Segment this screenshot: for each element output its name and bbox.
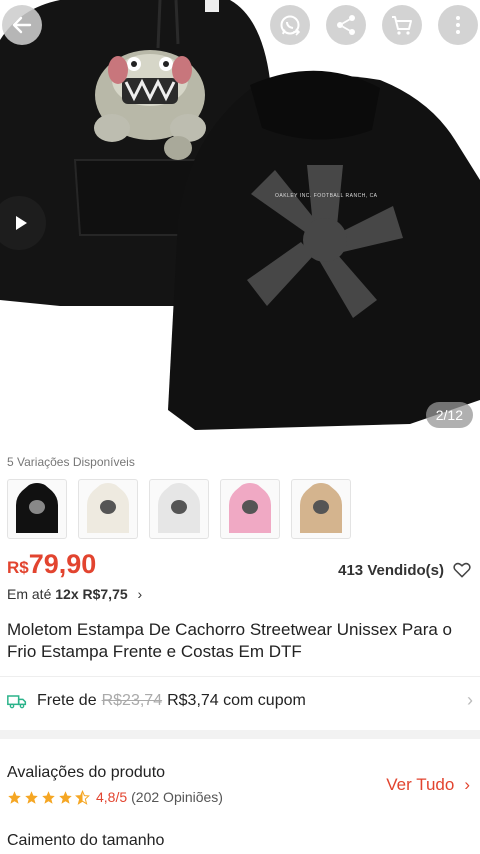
variation-thumb-beige[interactable] [291,479,351,539]
star-icon [8,790,21,804]
back-button[interactable] [2,5,42,45]
hoodie-thumb-icon [229,483,271,533]
rating-stars [7,789,90,805]
favorite-button[interactable] [452,560,472,585]
share-icon [337,15,355,35]
more-button[interactable] [438,5,478,45]
variations-label: 5 Variações Disponíveis [7,455,135,469]
share-button[interactable] [326,5,366,45]
star-icon [59,790,72,804]
variation-thumbnails [7,479,351,539]
shipping-coupon-price: R$3,74 com cupom [167,691,306,709]
hoodie-thumb-icon [158,483,200,533]
whatsapp-icon [280,15,301,36]
hoodie-thumb-icon [87,483,129,533]
chevron-right-icon: › [467,690,473,710]
product-price: R$ 79,90 [7,549,96,580]
image-counter: 2/12 [425,402,473,428]
see-all-reviews-link[interactable]: Ver Tudo › [386,775,470,795]
shipping-old-price: R$23,74 [101,691,163,709]
half-star-icon [75,789,90,805]
truck-icon [7,694,27,708]
hoodie-thumb-icon [16,483,58,533]
rating-count: (202 Opiniões) [131,789,223,805]
whatsapp-button[interactable] [270,5,310,45]
hoodie-thumb-icon [300,483,342,533]
more-vertical-icon [456,16,460,34]
play-icon [16,216,27,230]
reviews-summary: 4,8/5 (202 Opiniões) [7,789,223,805]
installments-link[interactable]: Em até 12x R$7,75 › [7,586,142,602]
size-fit-title: Caimento do tamanho [7,832,165,849]
divider [0,676,480,677]
reviews-title: Avaliações do produto [7,764,166,781]
shipping-prefix: Frete de [37,691,97,709]
heart-icon [453,562,471,578]
see-all-label: Ver Tudo [386,775,455,794]
variation-thumb-grey[interactable] [149,479,209,539]
installments-prefix: Em até [7,586,52,602]
product-title: Moletom Estampa De Cachorro Streetwear U… [7,620,453,661]
rating-value: 4,8/5 [96,789,128,805]
installments-amount: 12x R$7,75 [55,586,128,602]
price-currency: R$ [7,558,29,577]
star-icon [42,790,55,804]
cart-icon [392,16,412,35]
back-arrow-icon [12,16,32,34]
chevron-right-icon: › [464,775,470,794]
cart-button[interactable] [382,5,422,45]
chevron-right-icon: › [137,586,143,602]
variation-thumb-pink[interactable] [220,479,280,539]
variation-thumb-cream[interactable] [78,479,138,539]
product-photo [0,0,480,431]
sold-count: 413 Vendido(s) [338,562,444,579]
variation-thumb-black[interactable] [7,479,67,539]
price-value: 79,90 [28,549,97,579]
shipping-row[interactable]: Frete de R$23,74 R$3,74 com cupom › [7,690,473,711]
star-icon [25,790,38,804]
product-image-gallery[interactable]: OAKLEY INC. FOOTBALL RANCH, CA 2/12 [0,0,480,447]
back-print-text: OAKLEY INC. FOOTBALL RANCH, CA [275,193,378,199]
section-separator [0,730,480,739]
